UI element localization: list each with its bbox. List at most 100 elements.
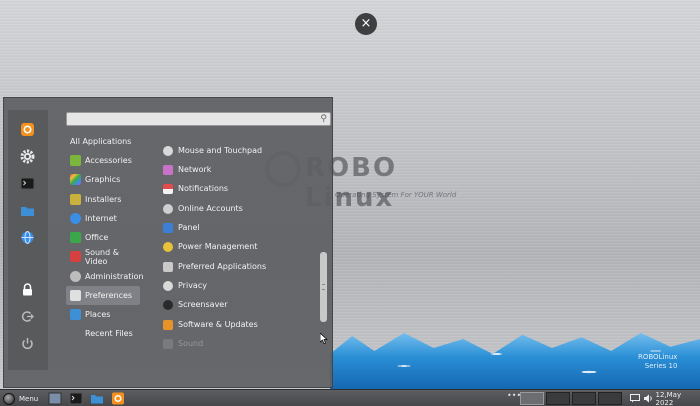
search-input[interactable]: ⚲ <box>66 112 331 126</box>
app-preferred-applications[interactable]: Preferred Applications <box>160 257 315 276</box>
category-installers[interactable]: Installers <box>66 190 141 209</box>
search-icon: ⚲ <box>320 114 327 124</box>
places-icon <box>70 309 81 320</box>
application-menu: ⚲ All Applications Accessories Graphics … <box>3 97 333 388</box>
category-label: All Applications <box>70 137 132 146</box>
category-internet[interactable]: Internet <box>66 209 141 228</box>
workspace-1[interactable] <box>520 392 544 405</box>
app-label: Online Accounts <box>178 204 243 213</box>
logout-icon <box>21 310 34 322</box>
app-power-management[interactable]: Power Management <box>160 237 315 256</box>
app-label: Notifications <box>178 184 229 193</box>
application-list-scrollbar[interactable] <box>320 252 327 322</box>
category-accessories[interactable]: Accessories <box>66 151 141 170</box>
category-recent-files[interactable]: Recent Files <box>66 324 141 343</box>
sound-icon <box>163 338 173 349</box>
accessories-icon <box>70 155 81 166</box>
network-icon <box>163 164 173 175</box>
app-label: Software & Updates <box>178 320 258 329</box>
launcher-files[interactable] <box>90 392 104 405</box>
category-graphics[interactable]: Graphics <box>66 170 141 189</box>
category-label: Places <box>85 310 111 319</box>
favorite-files[interactable] <box>18 201 36 219</box>
category-label: Sound & Video <box>85 247 119 266</box>
gear-icon <box>20 149 34 163</box>
app-label: Screensaver <box>178 300 228 309</box>
session-logout[interactable] <box>18 307 36 325</box>
app-item-partial[interactable] <box>160 128 315 136</box>
power-management-icon <box>163 241 173 252</box>
corner-watermark: ROBOLinux Series 10 <box>638 353 677 371</box>
system-tray: 12,May 2022 <box>630 391 700 406</box>
launcher-terminal[interactable] <box>69 392 83 405</box>
app-privacy[interactable]: Privacy <box>160 276 315 295</box>
app-panel[interactable]: Panel <box>160 218 315 237</box>
power-icon <box>21 337 33 349</box>
category-label: Preferences <box>85 291 133 300</box>
category-label: Recent Files <box>85 329 133 338</box>
taskbar: Menu ••• 12,May 2022 <box>0 389 700 406</box>
category-sound-video[interactable]: Sound & Video <box>66 247 141 266</box>
sound-video-icon <box>70 251 81 262</box>
volume-icon[interactable] <box>643 394 653 403</box>
workspace-3[interactable] <box>572 392 596 405</box>
online-accounts-icon <box>163 203 173 214</box>
terminal-icon <box>20 177 34 189</box>
desktop-icon <box>48 392 62 405</box>
close-button[interactable]: × <box>355 13 377 35</box>
privacy-icon <box>163 280 173 291</box>
preferred-applications-icon <box>163 261 173 272</box>
category-places[interactable]: Places <box>66 305 141 324</box>
partial-app-icon <box>163 127 173 137</box>
app-software-updates[interactable]: Software & Updates <box>160 315 315 334</box>
installers-icon <box>70 194 81 205</box>
app-label: Sound <box>178 339 204 348</box>
terminal-icon <box>69 392 83 405</box>
office-icon <box>70 232 81 243</box>
firefox-icon <box>20 122 34 136</box>
firefox-icon <box>112 392 124 405</box>
app-sound[interactable]: Sound <box>160 334 315 353</box>
scrollbar-grip <box>322 284 325 290</box>
category-label: Internet <box>85 214 117 223</box>
favorite-terminal[interactable] <box>18 174 36 192</box>
app-screensaver[interactable]: Screensaver <box>160 295 315 314</box>
clock-date[interactable]: 12,May 2022 <box>656 391 700 406</box>
category-label: Office <box>85 233 109 242</box>
recent-files-icon <box>70 328 81 339</box>
category-label: Accessories <box>85 156 132 165</box>
app-mouse-and-touchpad[interactable]: Mouse and Touchpad <box>160 141 315 160</box>
app-online-accounts[interactable]: Online Accounts <box>160 199 315 218</box>
favorites-column <box>8 110 48 370</box>
session-lock[interactable] <box>18 280 36 298</box>
lock-icon <box>22 282 32 295</box>
panel-icon <box>163 222 173 233</box>
session-power[interactable] <box>18 334 36 352</box>
favorite-firefox[interactable] <box>18 120 36 138</box>
menu-button[interactable]: Menu <box>3 392 38 405</box>
category-preferences[interactable]: Preferences <box>66 286 140 305</box>
workspace-4[interactable] <box>598 392 622 405</box>
app-network[interactable]: Network <box>160 160 315 179</box>
launcher-firefox[interactable] <box>111 392 125 405</box>
launcher-show-desktop[interactable] <box>48 392 62 405</box>
corner-watermark-text: ROBOLinux Series 10 <box>638 353 678 370</box>
category-label: Graphics <box>85 175 121 184</box>
app-label: Preferred Applications <box>178 262 267 271</box>
category-office[interactable]: Office <box>66 228 141 247</box>
category-administration[interactable]: Administration <box>66 267 144 286</box>
favorite-settings[interactable] <box>18 147 36 165</box>
app-label: Network <box>178 165 212 174</box>
notifications-icon <box>163 183 173 194</box>
app-label: Privacy <box>178 281 207 290</box>
folder-icon <box>91 395 103 404</box>
app-notifications[interactable]: Notifications <box>160 179 315 198</box>
internet-icon <box>70 213 81 224</box>
app-label: Power Management <box>178 242 258 251</box>
workspace-2[interactable] <box>546 392 570 405</box>
menu-button-label: Menu <box>19 394 39 403</box>
preferences-icon <box>70 290 81 301</box>
category-all-applications[interactable]: All Applications <box>66 132 141 151</box>
favorite-browser[interactable] <box>18 228 36 246</box>
chat-icon[interactable] <box>630 394 640 403</box>
